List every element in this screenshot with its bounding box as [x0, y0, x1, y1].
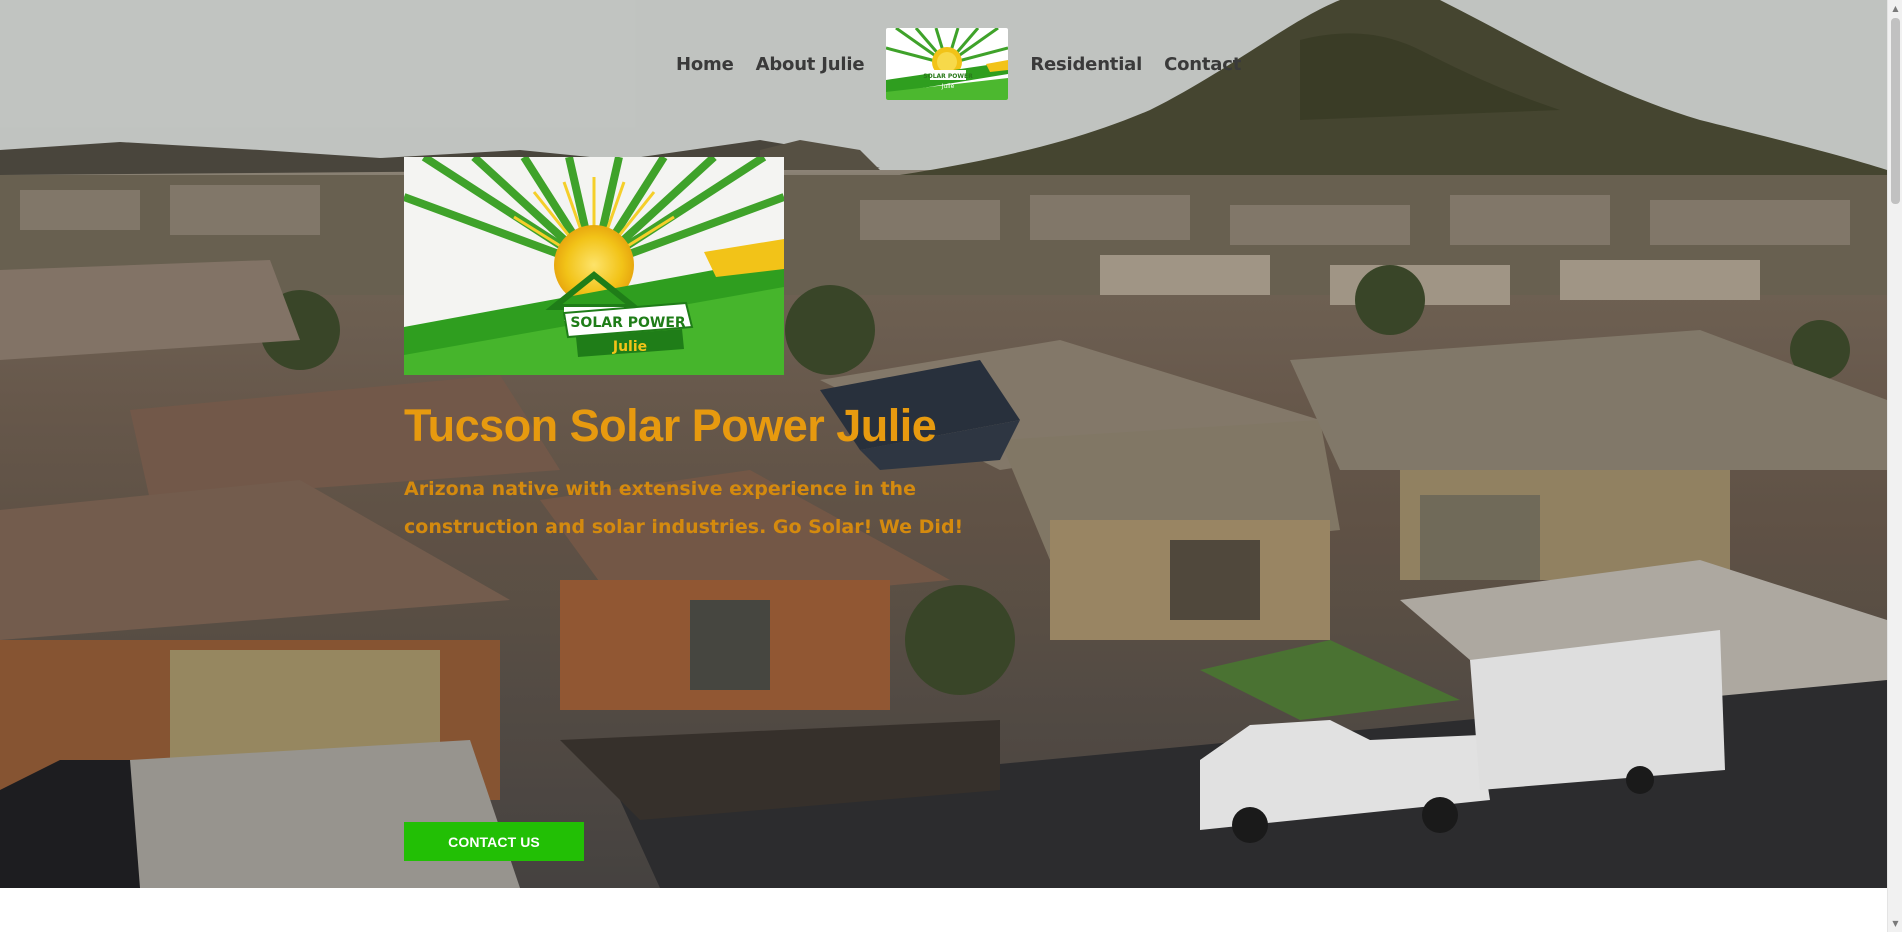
svg-text:SOLAR POWER: SOLAR POWER — [924, 73, 974, 80]
svg-text:SOLAR POWER: SOLAR POWER — [570, 315, 686, 331]
nav-about-julie[interactable]: About Julie — [756, 54, 865, 75]
scrollbar-thumb[interactable] — [1891, 18, 1900, 204]
svg-text:Julie: Julie — [941, 83, 955, 90]
hero-background — [0, 0, 1887, 888]
contact-us-button[interactable]: CONTACT US — [404, 822, 584, 861]
chevron-up-icon[interactable]: ▲ — [1891, 4, 1900, 13]
nav-home[interactable]: Home — [676, 54, 734, 75]
nav-residential[interactable]: Residential — [1030, 54, 1142, 75]
page-body-start — [0, 888, 1887, 932]
solar-power-julie-logo: SOLAR POWER Julie — [886, 28, 1009, 100]
svg-text:Julie: Julie — [612, 339, 647, 355]
main-nav: Home About Julie SOLAR POWER Julie Resid… — [676, 28, 1263, 100]
hero-title: Tucson Solar Power Julie — [404, 400, 937, 451]
hero-subtitle: Arizona native with extensive experience… — [404, 478, 964, 538]
hero-overlay — [0, 0, 1887, 888]
site-logo-link[interactable]: SOLAR POWER Julie — [886, 28, 1009, 100]
hero-logo-image: SOLAR POWER Julie — [404, 157, 784, 375]
nav-contact[interactable]: Contact — [1164, 54, 1241, 75]
vertical-scrollbar[interactable]: ▲ ▼ — [1887, 0, 1902, 932]
solar-power-julie-logo-large: SOLAR POWER Julie — [404, 157, 784, 375]
chevron-down-icon[interactable]: ▼ — [1891, 919, 1900, 928]
